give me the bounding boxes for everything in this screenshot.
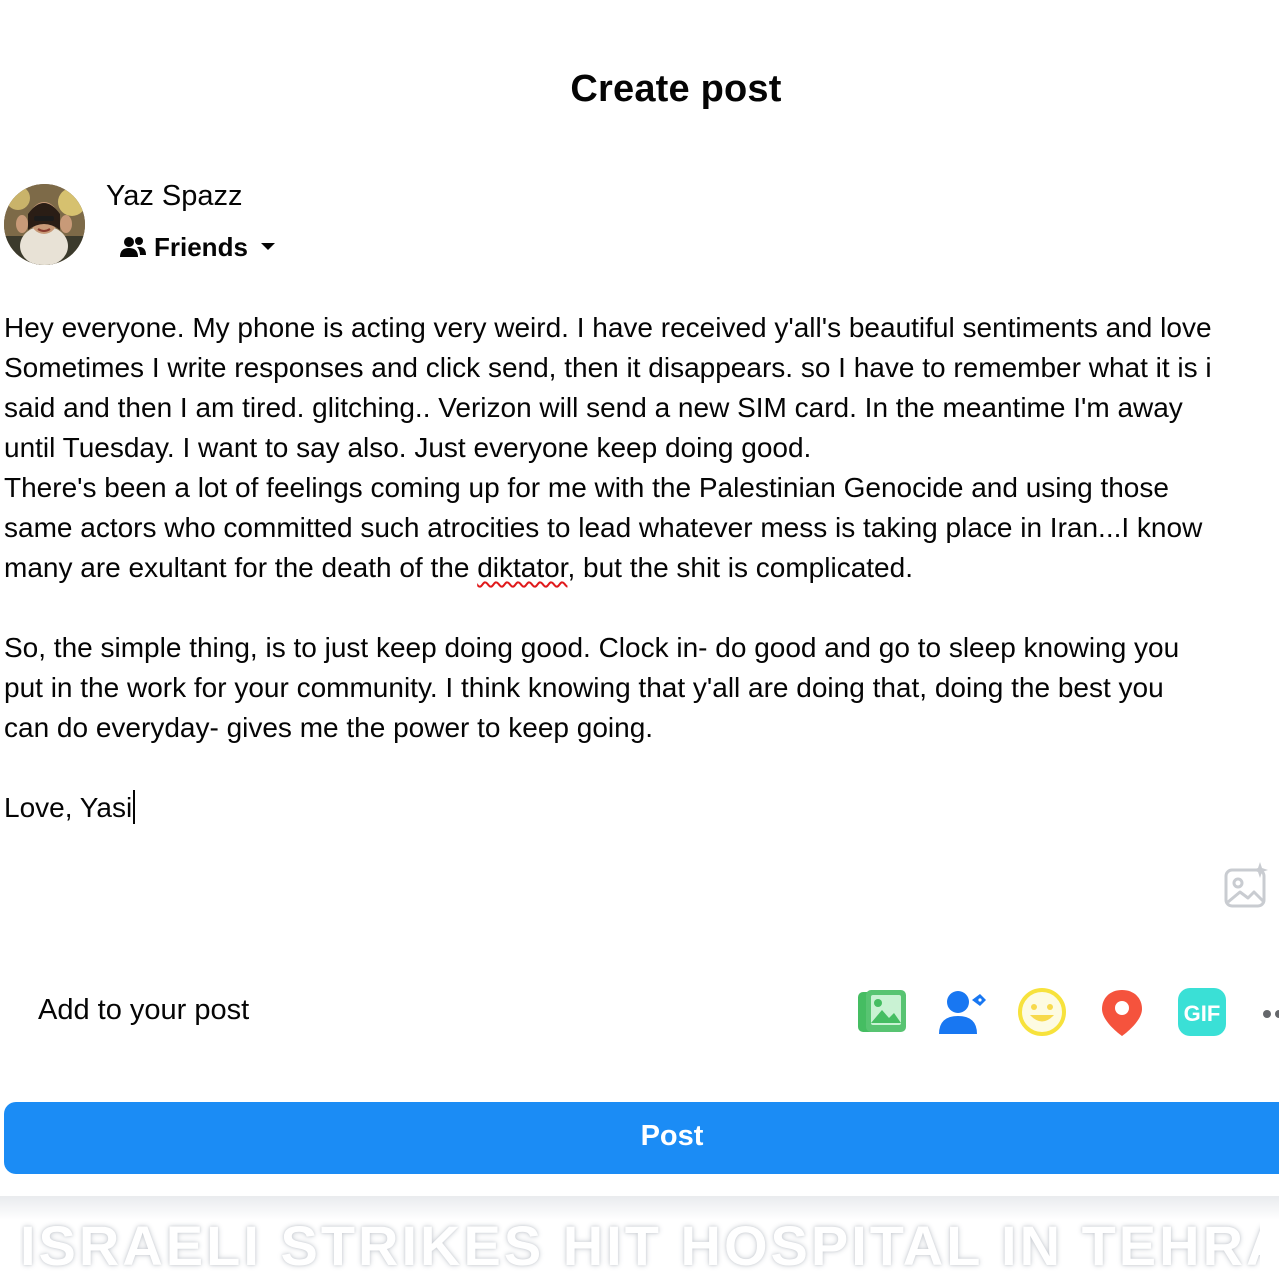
post-text-line: Love, Yasi	[4, 788, 1279, 828]
dialog-title: Create post	[570, 68, 782, 110]
post-text-segment: , but the shit is complicated.	[567, 552, 913, 583]
gif-button[interactable]: GIF	[1176, 986, 1228, 1038]
post-text-input[interactable]: Hey everyone. My phone is acting very we…	[4, 308, 1279, 828]
add-to-post-label: Add to your post	[38, 994, 250, 1026]
more-options-button[interactable]	[1262, 1004, 1279, 1024]
more-options-icon	[1263, 1010, 1279, 1018]
avatar-photo	[4, 184, 85, 265]
post-text-line: many are exultant for the death of the d…	[4, 548, 1279, 588]
feeling-icon	[1018, 988, 1066, 1036]
post-text-line: can do everyday- gives me the power to k…	[4, 712, 654, 743]
post-text-segment: many are exultant for the death of the	[4, 552, 478, 583]
friends-icon	[120, 237, 146, 257]
feeling-button[interactable]	[1016, 986, 1068, 1038]
post-text-line: There's been a lot of feelings coming up…	[4, 472, 1169, 503]
post-text-line: Hey everyone. My phone is acting very we…	[4, 312, 1212, 343]
ai-image-button[interactable]	[1222, 862, 1270, 910]
post-button[interactable]: Post	[4, 1102, 1279, 1174]
audience-label: Friends	[154, 231, 248, 262]
background-headline: ISRAELI STRIKES HIT HOSPITAL IN TEHRAN	[20, 1214, 1260, 1277]
svg-text:GIF: GIF	[1184, 1001, 1221, 1026]
photo-video-button[interactable]	[856, 986, 908, 1038]
check-in-button[interactable]	[1096, 986, 1148, 1038]
post-text-line: So, the simple thing, is to just keep do…	[4, 632, 1180, 663]
post-button-label: Post	[640, 1120, 704, 1152]
photo-video-icon	[858, 990, 906, 1032]
check-in-icon	[1102, 990, 1142, 1036]
post-text-line: put in the work for your community. I th…	[4, 672, 1164, 703]
chevron-down-icon	[260, 243, 275, 250]
create-post-dialog: Create post Yaz Spazz Friends Hey everyo…	[0, 0, 1279, 1279]
audience-selector[interactable]: Friends	[120, 230, 276, 264]
signoff-text: Love, Yasi	[4, 792, 133, 823]
misspelled-word[interactable]: diktator	[477, 552, 567, 583]
author-name: Yaz Spazz	[106, 180, 243, 212]
avatar[interactable]	[4, 184, 85, 265]
post-text-line: said and then I am tired. glitching.. Ve…	[4, 392, 1183, 423]
post-text-line: Sometimes I write responses and click se…	[4, 352, 1212, 383]
text-caret	[133, 790, 136, 824]
image-sparkle-icon	[1224, 862, 1268, 908]
gif-icon: GIF	[1178, 988, 1226, 1036]
tag-people-icon	[939, 991, 986, 1034]
post-text-line: until Tuesday. I want to say also. Just …	[4, 432, 812, 463]
tag-people-button[interactable]	[936, 986, 988, 1038]
post-text-line: same actors who committed such atrocitie…	[4, 512, 1203, 543]
